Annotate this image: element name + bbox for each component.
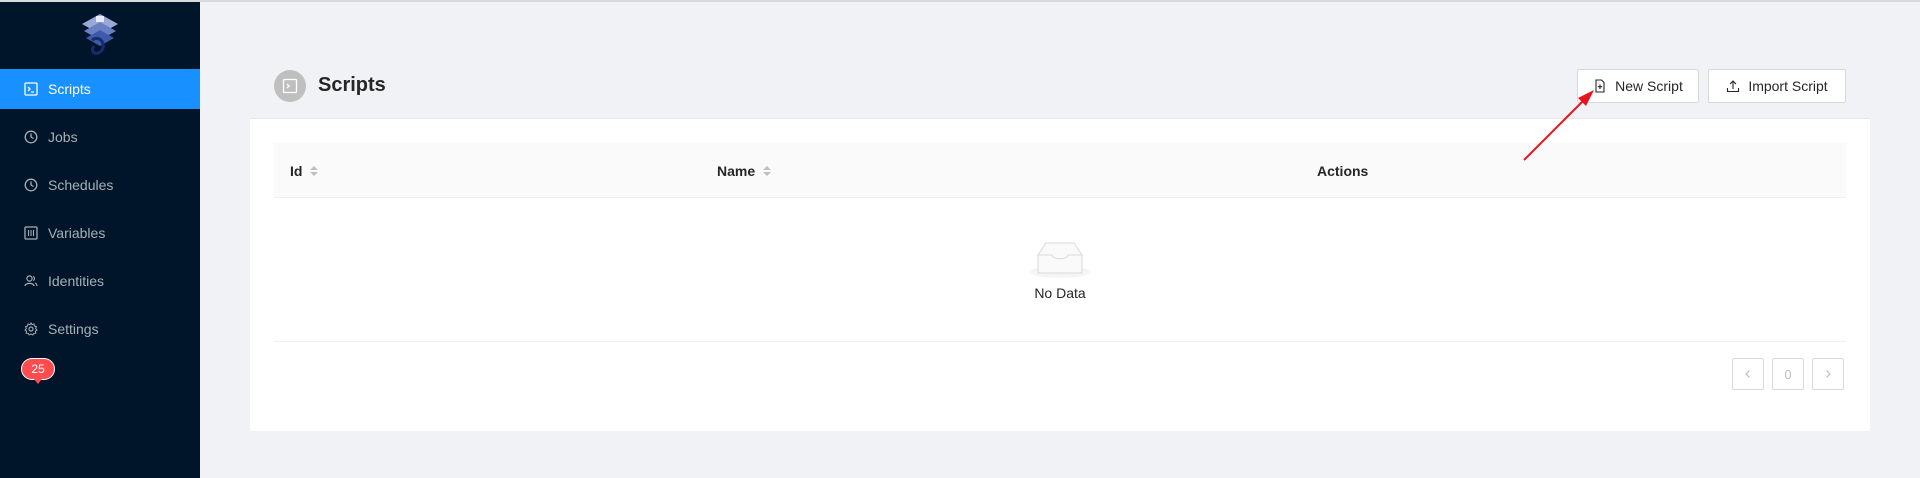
scripts-card: Scripts New Script Import Script Id Name… [250,53,1870,431]
chevron-left-icon [1745,370,1750,378]
card-header: Scripts New Script Import Script [250,53,1870,119]
sidebar-item-label: Settings [48,321,99,337]
terminal-icon [24,82,38,96]
file-add-icon [1595,79,1605,93]
sort-icon [310,165,319,176]
sidebar-item-label: Schedules [48,177,114,193]
sidebar-item-label: Identities [48,273,105,289]
previous-page-button[interactable] [1732,358,1764,390]
terminal-icon [274,69,306,102]
sliders-icon [24,226,38,240]
notification-badge[interactable]: 25 [22,359,54,384]
import-script-button[interactable]: Import Script [1708,69,1846,103]
column-header-id[interactable]: Id [290,143,319,198]
empty-state: No Data [274,198,1846,342]
sidebar-item-schedules[interactable]: Schedules [0,165,200,205]
empty-text: No Data [1034,284,1086,301]
inbox-icon [1030,242,1090,278]
next-page-button[interactable] [1812,358,1844,390]
page-title: Scripts [318,74,386,96]
users-icon [24,274,38,288]
upload-icon [1727,80,1740,93]
sidebar-item-label: Variables [48,225,106,241]
clock-icon [24,178,38,192]
sidebar: Scripts Jobs Schedules Variables Identit… [0,2,200,478]
import-script-label: Import Script [1748,78,1828,94]
sidebar-item-label: Jobs [48,129,78,145]
new-script-button[interactable]: New Script [1577,69,1699,103]
column-header-name[interactable]: Name [717,143,772,198]
sort-icon [763,165,772,176]
sidebar-item-variables[interactable]: Variables [0,213,200,253]
scripts-table: Id Name Actions No Data [274,143,1846,342]
gear-icon [24,322,38,336]
logo-icon [82,14,118,55]
sidebar-item-label: Scripts [48,81,91,97]
table-header: Id Name Actions [274,143,1846,198]
top-border [0,0,1920,2]
column-header-actions: Actions [1317,162,1369,179]
sidebar-item-jobs[interactable]: Jobs [0,117,200,157]
sidebar-item-scripts[interactable]: Scripts [0,69,200,109]
current-page[interactable]: 0 [1772,358,1804,390]
app-logo[interactable] [0,2,200,68]
new-script-label: New Script [1615,78,1683,94]
clock-icon [24,130,38,144]
sidebar-item-identities[interactable]: Identities [0,261,200,301]
sidebar-item-settings[interactable]: Settings [0,309,200,349]
chevron-right-icon [1826,370,1831,378]
